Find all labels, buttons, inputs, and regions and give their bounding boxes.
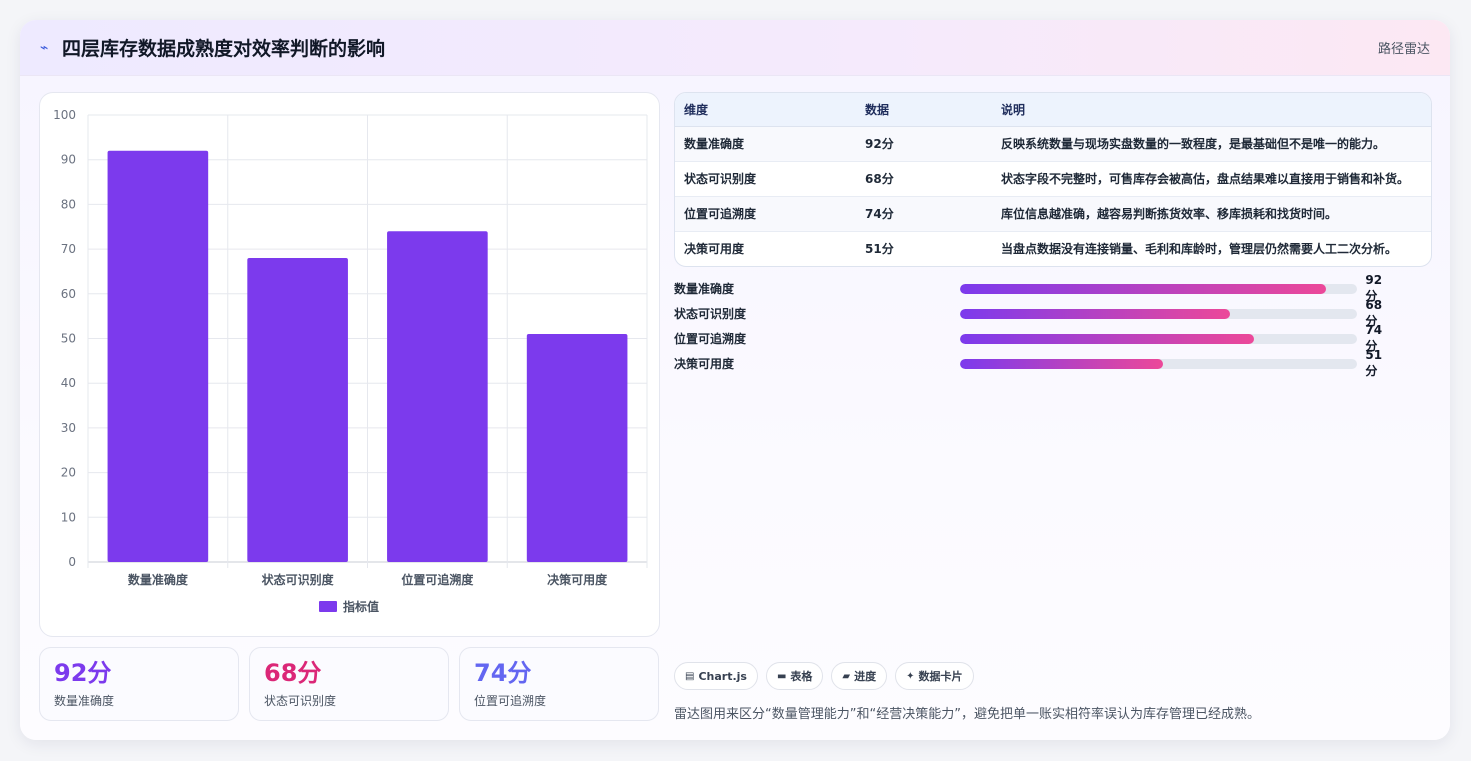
chip-data-card[interactable]: ✦ 数据卡片 <box>895 662 974 690</box>
y-tick-label: 90 <box>61 153 76 167</box>
cell-description: 状态字段不完整时，可售库存会被高估，盘点结果难以直接用于销售和补货。 <box>992 161 1431 197</box>
progress-row: 位置可追溯度 74分 <box>674 323 1394 353</box>
table-icon: ▬ <box>776 670 787 682</box>
lightning-icon: ⌁ <box>40 39 49 56</box>
progress-row: 状态可识别度 68分 <box>674 298 1394 328</box>
header-title-group: ⌁ 四层库存数据成熟度对效率判断的影响 <box>40 34 385 61</box>
table-row: 数量准确度 92分 反映系统数量与现场实盘数量的一致程度，是最基础但不是唯一的能… <box>675 126 1431 162</box>
table-header-row: 维度 数据 说明 <box>675 93 1431 127</box>
x-tick-label: 位置可追溯度 <box>401 572 474 587</box>
progress-label: 决策可用度 <box>674 357 735 371</box>
bar <box>107 150 209 562</box>
progress-label: 数量准确度 <box>674 282 735 296</box>
progress-label: 状态可识别度 <box>674 307 747 321</box>
table-row: 位置可追溯度 74分 库位信息越准确，越容易判断拣货效率、移库损耗和找货时间。 <box>675 196 1431 232</box>
cell-data: 68分 <box>856 161 992 197</box>
chip-table[interactable]: ▬ 表格 <box>765 662 824 690</box>
dashboard-card: ⌁ 四层库存数据成熟度对效率判断的影响 路径雷达 0 10 20 30 40 50 60 70… <box>20 20 1450 740</box>
cell-dimension: 数量准确度 <box>675 126 856 162</box>
chip-label: Chart.js <box>698 669 747 683</box>
progress-fill <box>959 333 1255 344</box>
bar-chart: 0 10 20 30 40 50 60 70 80 90 100 数量准确度 状态可识别度 位置可追溯度 决… <box>53 108 648 614</box>
page-title: 四层库存数据成熟度对效率判断的影响 <box>62 38 386 60</box>
bar <box>247 258 348 562</box>
chip-label: 数据卡片 <box>918 670 963 683</box>
stat-card-location: 74分 位置可追溯度 <box>459 647 659 721</box>
cell-data: 92分 <box>856 126 992 162</box>
route-radar-tag[interactable]: 路径雷达 <box>1378 38 1430 57</box>
column-header-dimension: 维度 <box>675 93 856 127</box>
cell-description: 库位信息越准确，越容易判断拣货效率、移库损耗和找货时间。 <box>992 196 1431 232</box>
y-tick-label: 10 <box>61 510 76 524</box>
cell-description: 当盘点数据没有连接销量、毛利和库龄时，管理层仍然需要人工二次分析。 <box>1001 242 1398 257</box>
column-header-description: 说明 <box>992 93 1431 127</box>
cell-dimension: 位置可追溯度 <box>675 196 856 232</box>
footnote: 雷达图用来区分“数量管理能力”和“经营决策能力”，避免把单一账实相符率误认为库存… <box>674 707 1260 722</box>
progress-label: 位置可追溯度 <box>674 332 747 346</box>
progress-row: 决策可用度 51分 <box>674 348 1394 378</box>
stat-value: 74分 <box>474 659 532 687</box>
cell-data: 51分 <box>865 242 894 257</box>
dimension-table: 维度 数据 说明 数量准确度 92分 反映系统数量与现场实盘数量的一致程度，是最… <box>675 93 1431 266</box>
card-icon: ✦ <box>906 670 915 682</box>
legend-swatch <box>319 601 337 612</box>
stat-label: 状态可识别度 <box>264 694 337 708</box>
bar-chart-panel: 0 10 20 30 40 50 60 70 80 90 100 数量准确度 状态可识别度 位置可追溯度 决… <box>39 92 660 637</box>
stat-value: 92分 <box>54 659 112 687</box>
progress-track <box>959 333 1358 344</box>
legend-label: 指标值 <box>343 599 379 614</box>
stat-label: 位置可追溯度 <box>474 694 547 708</box>
y-tick-label: 70 <box>61 242 76 256</box>
content-area: 0 10 20 30 40 50 60 70 80 90 100 数量准确度 状态可识别度 位置可追溯度决… <box>20 76 1450 740</box>
cell-dimension: 状态可识别度 <box>675 161 856 197</box>
card-header: ⌁ 四层库存数据成熟度对效率判断的影响 路径雷达 <box>20 20 1450 76</box>
cell-dimension: 决策可用度 <box>684 242 745 257</box>
y-tick-label: 30 <box>61 421 76 435</box>
y-tick-label: 40 <box>61 376 76 390</box>
column-header-data: 数据 <box>856 93 992 127</box>
x-tick-label: 决策可用度 <box>547 572 608 587</box>
chart-icon: ▤ <box>685 670 695 682</box>
progress-fill <box>959 308 1231 319</box>
stat-label: 数量准确度 <box>54 694 115 708</box>
progress-value: 51分 <box>1365 348 1383 378</box>
chip-progress[interactable]: ▰ 进度 <box>831 662 888 690</box>
stat-value: 68分 <box>264 659 322 687</box>
bar <box>387 231 488 562</box>
data-table-panel: 维度 数据 说明 数量准确度 92分 反映系统数量与现场实盘数量的一致程度，是最… <box>674 92 1432 267</box>
progress-icon: ▰ <box>842 670 851 682</box>
chip-label: 表格 <box>790 670 813 683</box>
progress-fill <box>959 358 1163 369</box>
y-tick-label: 20 <box>61 466 76 480</box>
progress-track <box>959 358 1358 369</box>
progress-row: 数量准确度 92分 <box>674 273 1394 303</box>
table-row: 状态可识别度 68分 状态字段不完整时，可售库存会被高估，盘点结果难以直接用于销… <box>675 161 1431 197</box>
stat-card-status: 68分 状态可识别度 <box>249 647 449 721</box>
cell-description: 反映系统数量与现场实盘数量的一致程度，是最基础但不是唯一的能力。 <box>992 126 1431 162</box>
x-tick-label: 状态可识别度 <box>262 572 335 587</box>
chip-label: 进度 <box>854 670 877 683</box>
progress-track <box>959 308 1358 319</box>
y-tick-label: 0 <box>68 555 76 569</box>
feature-chips: ▤ Chart.js ▬ 表格 ▰ 进度 ✦ 数据卡片 <box>674 662 974 690</box>
y-tick-label: 50 <box>61 332 76 346</box>
cell-data: 74分 <box>856 196 992 232</box>
y-tick-label: 80 <box>61 197 76 211</box>
y-tick-label: 60 <box>61 287 76 301</box>
stat-card-quantity: 92分 数量准确度 <box>39 647 239 721</box>
chip-chartjs[interactable]: ▤ Chart.js <box>674 662 758 690</box>
bar <box>526 334 628 562</box>
x-tick-label: 数量准确度 <box>128 572 189 587</box>
y-tick-label: 100 <box>53 108 76 122</box>
progress-fill <box>959 283 1326 294</box>
table-row: 决策可用度 51分 当盘点数据没有连接销量、毛利和库龄时，管理层仍然需要人工二次… <box>675 231 1431 266</box>
progress-list: 数量准确度 92分 状态可识别度 68分 位置可追溯度 74分 决策可用度 51… <box>674 273 1394 378</box>
progress-track <box>959 283 1358 294</box>
